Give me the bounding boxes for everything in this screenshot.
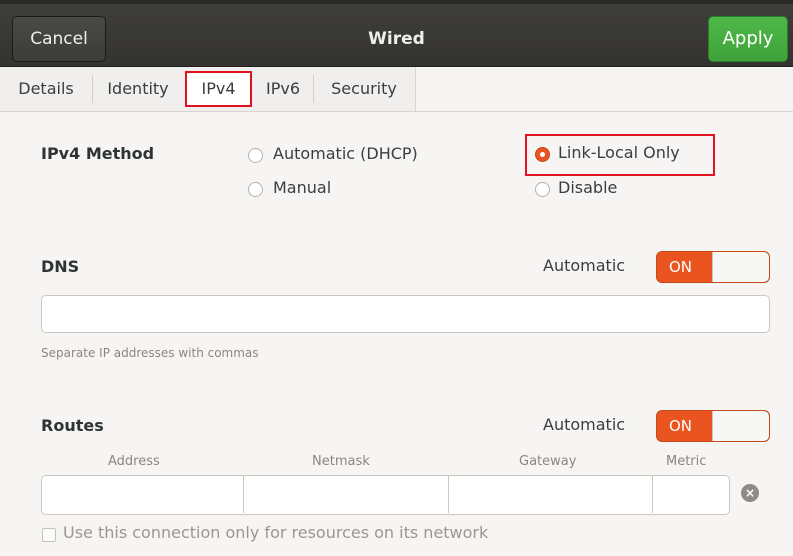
delete-route-icon[interactable]: × — [741, 484, 759, 502]
ipv4-method-label: IPv4 Method — [41, 144, 155, 163]
radio-label-link-local-only[interactable]: Link-Local Only — [558, 143, 680, 162]
tab-ipv4[interactable]: IPv4 — [185, 71, 252, 107]
radio-manual[interactable] — [248, 182, 263, 197]
route-gateway-input[interactable] — [449, 475, 653, 513]
column-header-metric: Metric — [666, 454, 707, 469]
routes-label: Routes — [41, 416, 104, 435]
apply-button[interactable]: Apply — [708, 16, 788, 62]
radio-label-disable[interactable]: Disable — [558, 178, 617, 197]
dns-servers-input[interactable] — [41, 295, 770, 333]
routes-automatic-label: Automatic — [543, 415, 626, 434]
radio-label-manual[interactable]: Manual — [273, 178, 331, 197]
column-header-netmask: Netmask — [312, 454, 370, 469]
routes-automatic-switch[interactable]: ON — [656, 410, 770, 442]
route-address-input[interactable] — [42, 475, 244, 513]
radio-link-local-only[interactable] — [535, 147, 550, 162]
header-top-edge — [0, 0, 793, 4]
column-header-gateway: Gateway — [519, 454, 577, 469]
tab-ipv6[interactable]: IPv6 — [254, 69, 312, 109]
switch-state-text: ON — [669, 417, 693, 435]
switch-knob — [712, 411, 769, 441]
tab-security[interactable]: Security — [314, 69, 414, 109]
route-metric-input[interactable] — [653, 475, 729, 513]
radio-disable[interactable] — [535, 182, 550, 197]
route-netmask-input[interactable] — [244, 475, 449, 513]
switch-state-text: ON — [669, 258, 693, 276]
tab-bar: Details Identity IPv4 IPv6 Security — [0, 67, 793, 112]
switch-knob — [712, 252, 769, 282]
dns-label: DNS — [41, 257, 80, 276]
only-local-resources-label[interactable]: Use this connection only for resources o… — [63, 523, 488, 542]
column-header-address: Address — [108, 454, 160, 469]
dns-automatic-switch[interactable]: ON — [656, 251, 770, 283]
only-local-resources-checkbox[interactable] — [42, 528, 56, 542]
dns-automatic-label: Automatic — [543, 256, 626, 275]
dialog-title: Wired — [368, 29, 425, 49]
tab-identity[interactable]: Identity — [93, 69, 183, 109]
dns-hint-text: Separate IP addresses with commas — [41, 346, 259, 360]
radio-automatic-dhcp[interactable] — [248, 148, 263, 163]
radio-label-automatic-dhcp[interactable]: Automatic (DHCP) — [273, 144, 418, 163]
tab-details[interactable]: Details — [0, 69, 92, 109]
header-bar: Cancel Wired Apply — [0, 0, 793, 67]
